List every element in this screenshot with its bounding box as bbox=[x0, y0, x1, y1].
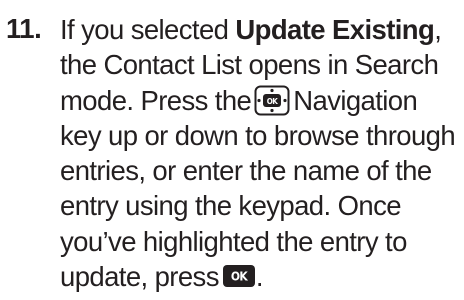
navigation-key-label: OK bbox=[267, 97, 279, 106]
text-line-2: the Contact List opens in Search bbox=[60, 49, 439, 81]
text-segment: . bbox=[255, 261, 264, 293]
text-segment: , bbox=[434, 14, 442, 45]
text-line-7: you’ve highlighted the entry to bbox=[60, 225, 407, 257]
navigation-key-icon: OK bbox=[254, 85, 290, 116]
text-line-8: update, press OK. bbox=[60, 259, 462, 294]
ok-key-icon: OK bbox=[222, 264, 255, 287]
text-line-5: entries, or enter the name of the bbox=[60, 155, 432, 187]
text-segment: Navigation bbox=[293, 84, 418, 116]
step-number: 11. bbox=[6, 13, 42, 44]
ok-key-label: OK bbox=[231, 269, 249, 283]
text-segment: mode. Press the bbox=[60, 84, 252, 116]
text-line-1: If you selected Update Existing, bbox=[60, 12, 462, 47]
text-line-4: key up or down to browse through bbox=[60, 119, 456, 151]
text-segment: update, press bbox=[60, 261, 219, 293]
text-line-3: mode. Press the OK Navigation bbox=[60, 83, 462, 118]
text-segment: If you selected bbox=[60, 14, 236, 45]
text-line-6: entry using the keypad. Once bbox=[60, 190, 402, 222]
update-existing-option-label: Update Existing bbox=[235, 14, 435, 45]
instruction-step: 11. If you selected Update Existing, the… bbox=[0, 0, 464, 300]
step-text: If you selected Update Existing, the Con… bbox=[60, 12, 462, 294]
